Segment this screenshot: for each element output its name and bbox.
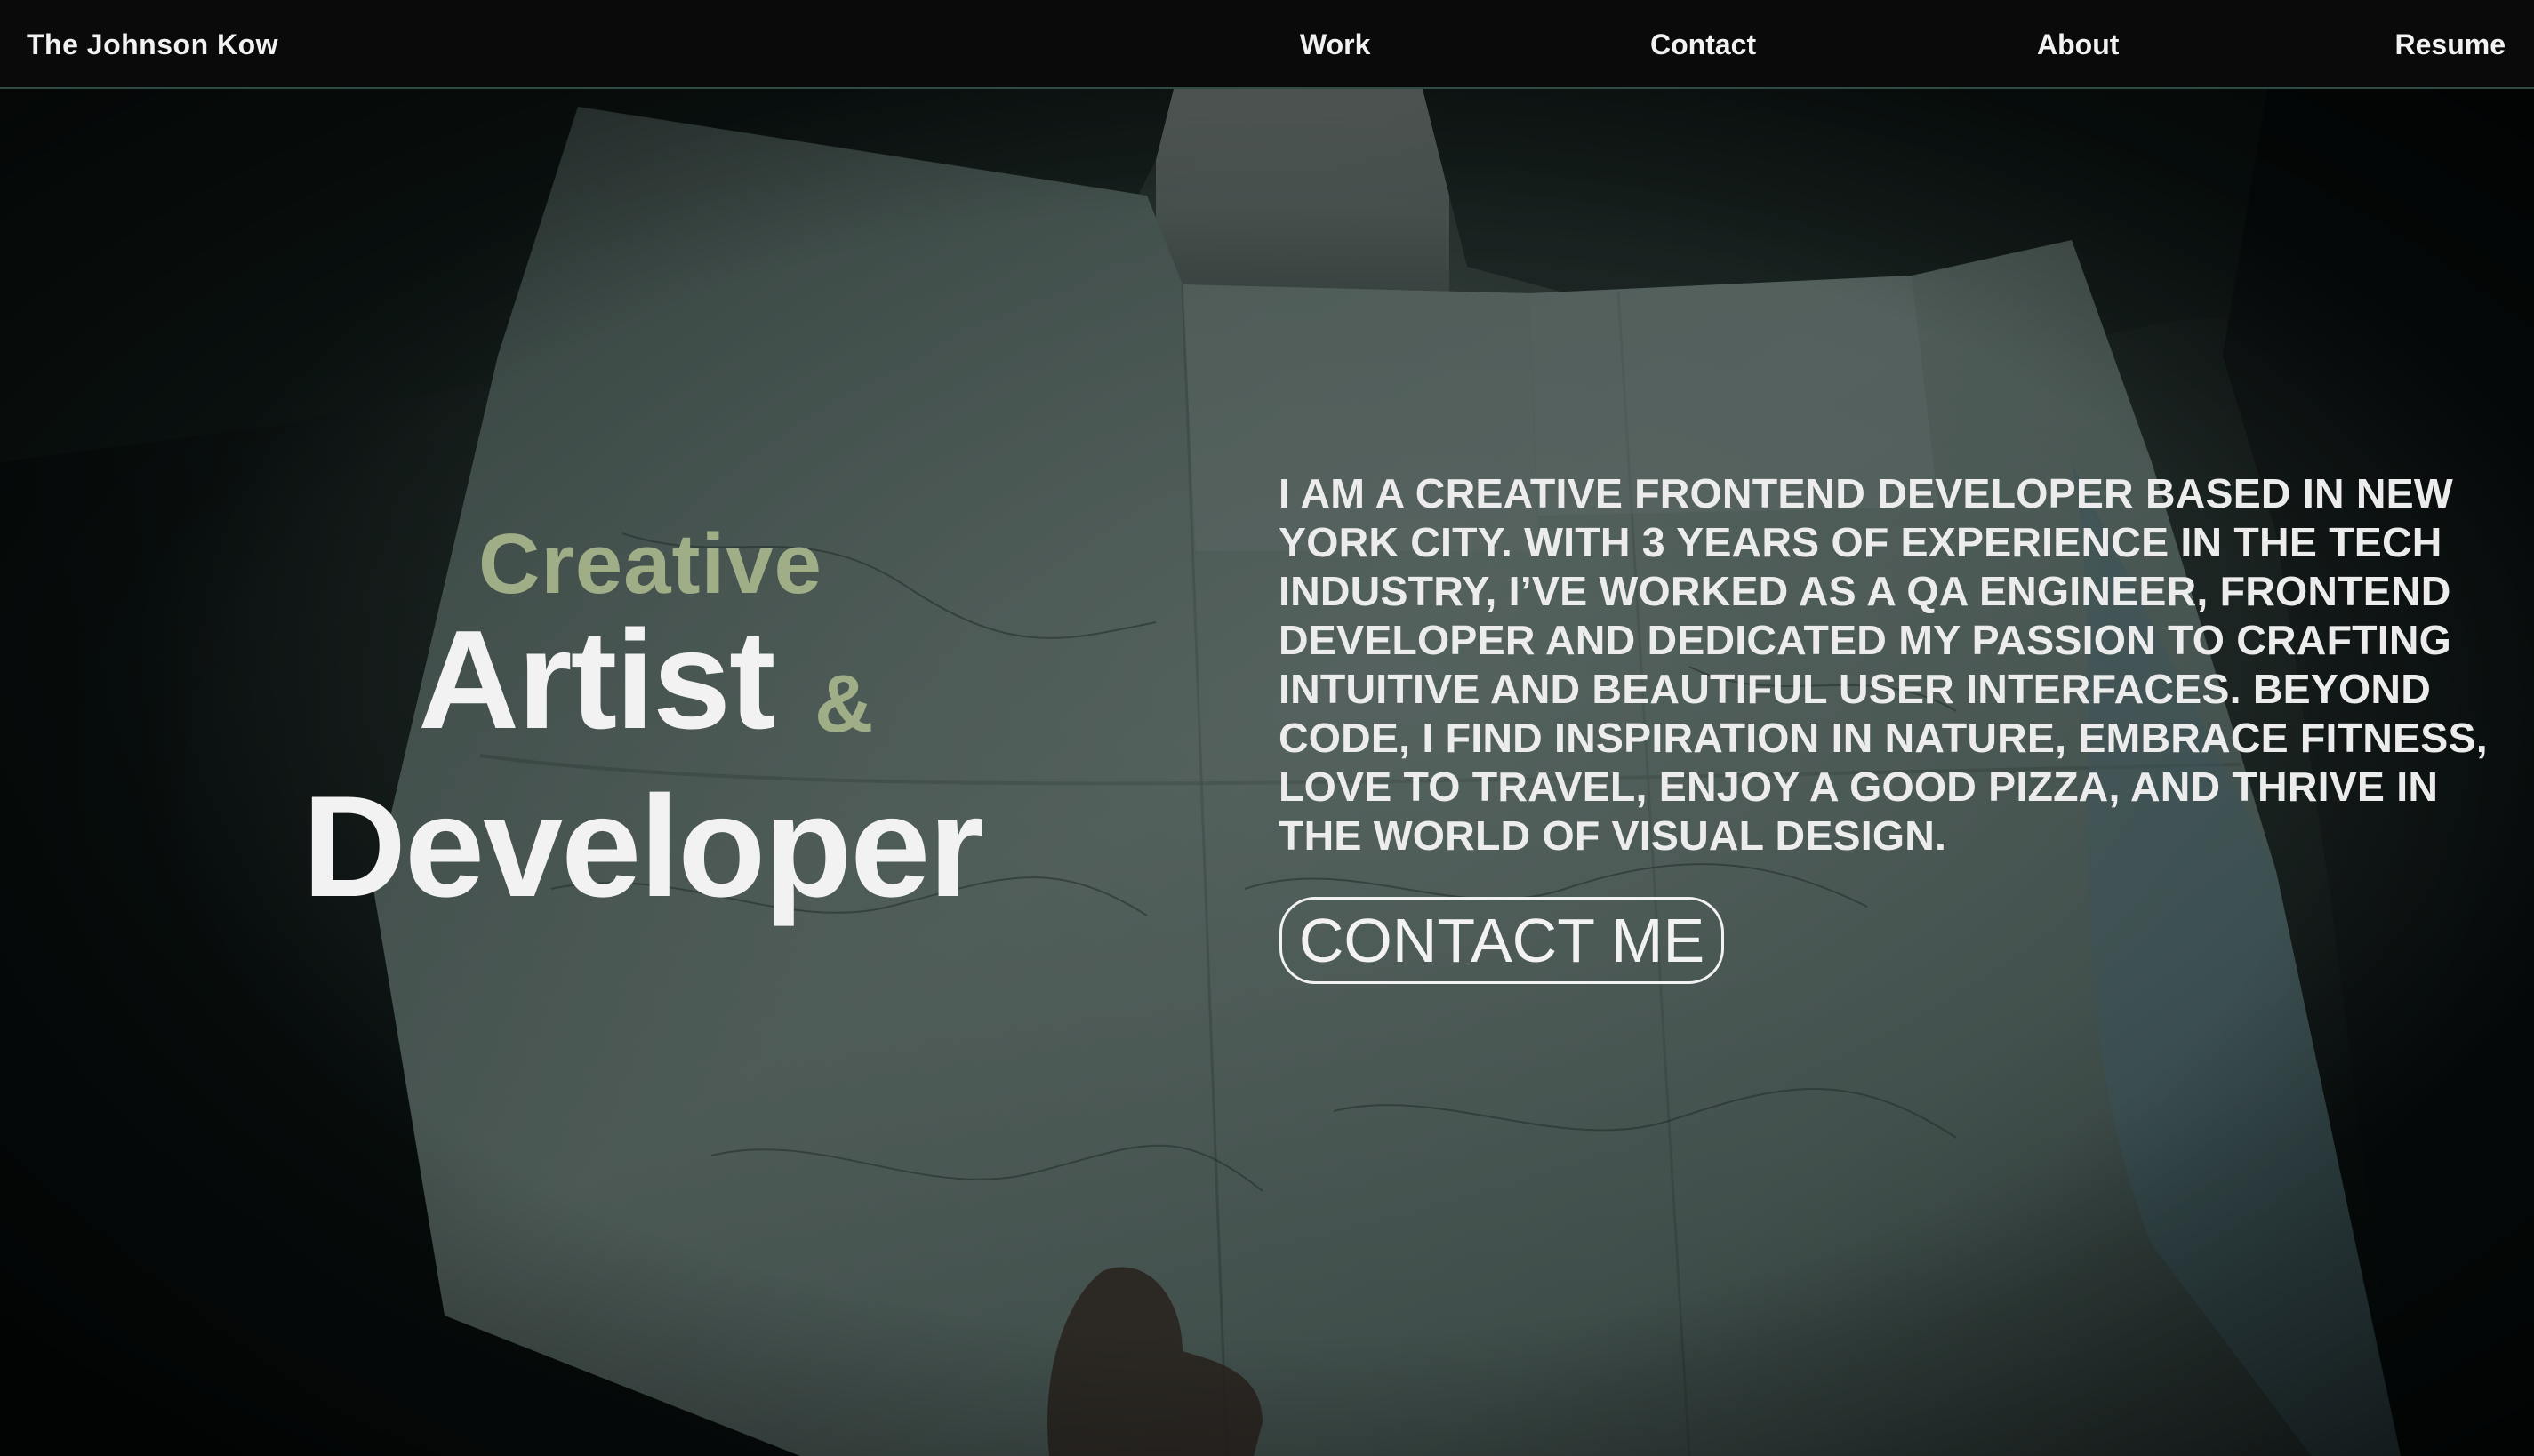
headline-creative: Creative bbox=[478, 516, 822, 612]
nav-link-work[interactable]: Work bbox=[1300, 28, 1370, 61]
nav-link-about[interactable]: About bbox=[2037, 28, 2119, 61]
headline-ampersand: & bbox=[814, 659, 874, 749]
hero-section: Creative Artist & Developer I am a creat… bbox=[0, 89, 2534, 1456]
top-nav-bar: The Johnson Kow Work Contact About Resum… bbox=[0, 0, 2534, 89]
hero-bio-paragraph: I am a creative frontend developer based… bbox=[1279, 470, 2488, 859]
nav-link-contact[interactable]: Contact bbox=[1650, 28, 1756, 61]
headline-developer: Developer bbox=[302, 766, 984, 927]
contact-me-button[interactable]: CONTACT ME bbox=[1279, 897, 1724, 984]
nav-link-resume[interactable]: Resume bbox=[2395, 28, 2506, 61]
headline-artist: Artist bbox=[418, 602, 776, 758]
portfolio-page: The Johnson Kow Work Contact About Resum… bbox=[0, 0, 2534, 1456]
brand-logo-link[interactable]: The Johnson Kow bbox=[27, 28, 278, 61]
